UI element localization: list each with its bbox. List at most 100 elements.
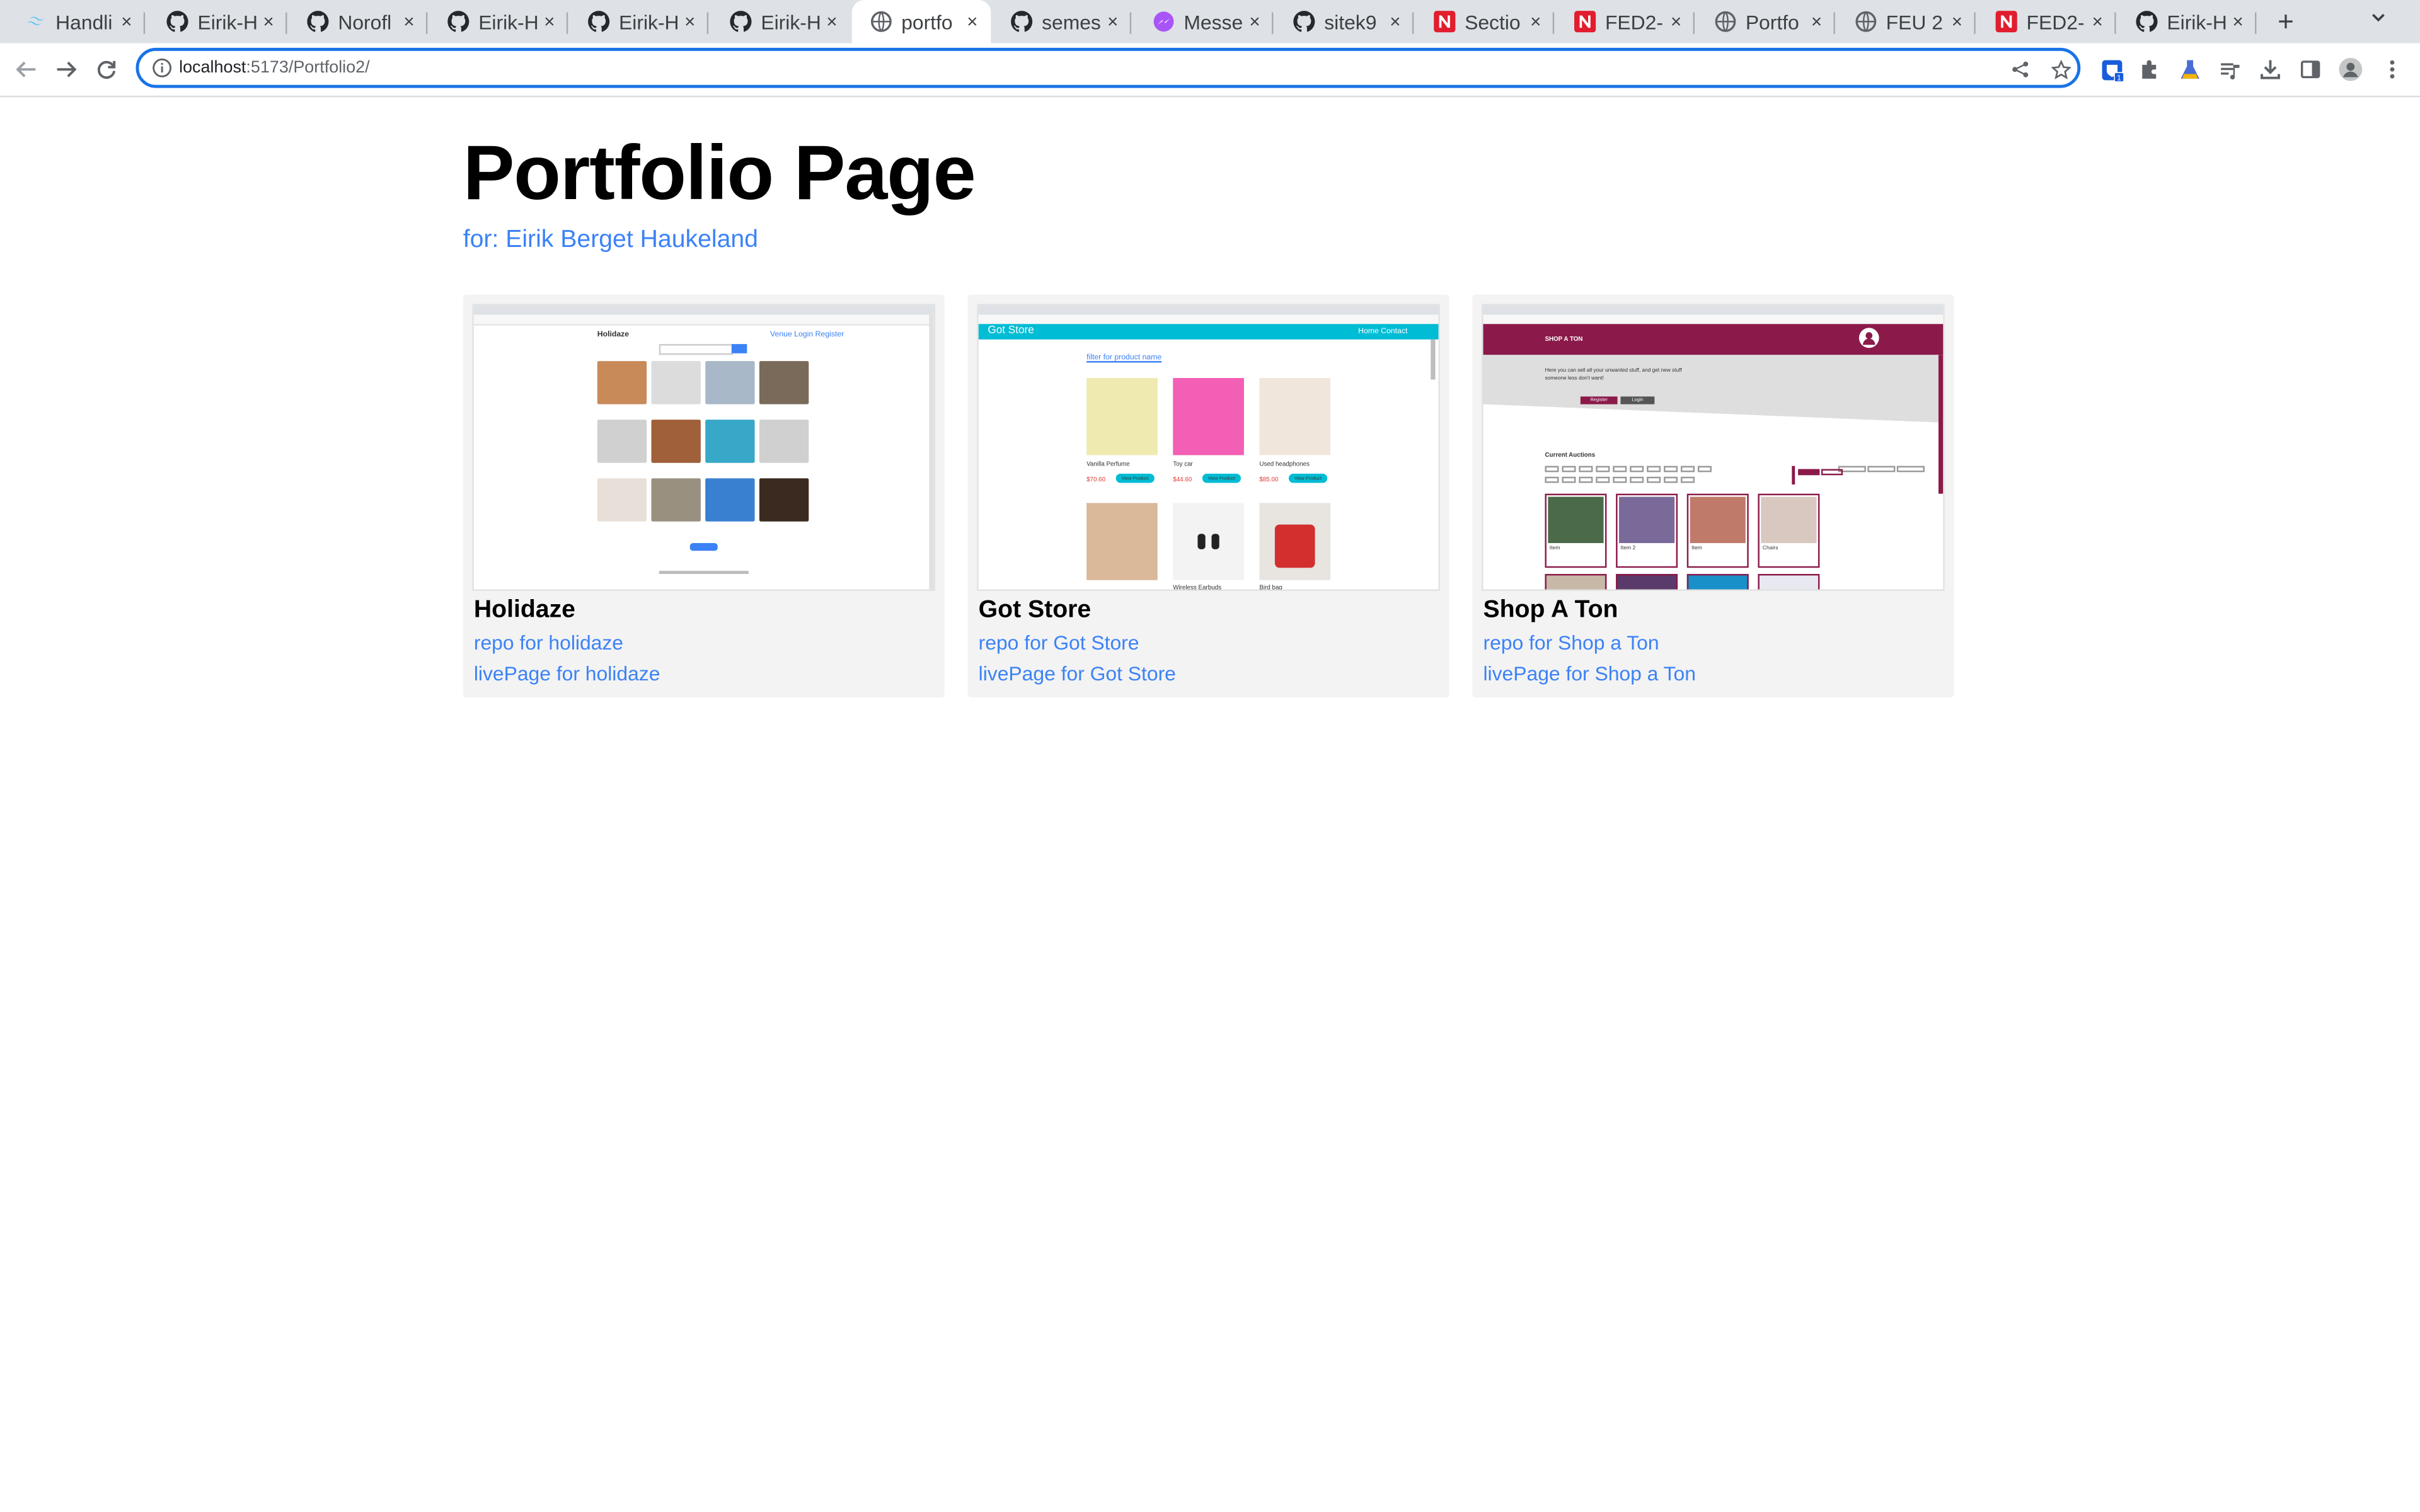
tab-title: Eirik-H: [761, 9, 820, 33]
tab-title: Eirik-H: [2167, 9, 2226, 33]
avatar-icon: [2339, 57, 2363, 81]
tab-divider: [1552, 12, 1555, 34]
browser-tab[interactable]: portfo ×: [851, 0, 991, 43]
close-tab-icon[interactable]: ×: [1383, 11, 1407, 32]
gotstore-brand: Got Store: [988, 325, 1034, 336]
browser-tab[interactable]: semes ×: [993, 0, 1132, 43]
venue-thumbnail: [759, 420, 809, 463]
register-button: Register: [1580, 396, 1618, 404]
tag-chip: [1647, 476, 1661, 483]
close-tab-icon[interactable]: ×: [819, 11, 844, 32]
close-tab-icon[interactable]: ×: [2085, 11, 2110, 32]
project-screenshot-got-store[interactable]: Got Store Home Contact filter for produc…: [977, 304, 1440, 591]
close-tab-icon[interactable]: ×: [396, 11, 421, 32]
browser-tab[interactable]: Sectio ×: [1415, 0, 1555, 43]
media-controls-button[interactable]: [2216, 55, 2244, 83]
tag-chip: [1630, 466, 1644, 472]
tab-title: FED2-: [1605, 9, 1663, 33]
address-bar[interactable]: localhost:5173/Portfolio2/: [135, 47, 2081, 88]
venue-thumbnail: [651, 361, 701, 404]
browser-tab[interactable]: Eirik-H ×: [2118, 0, 2257, 43]
close-tab-icon[interactable]: ×: [1100, 11, 1125, 32]
close-tab-icon[interactable]: ×: [1523, 11, 1548, 32]
product-perfume: [1086, 378, 1158, 455]
lab-extension-button[interactable]: [2176, 55, 2204, 83]
view-product-button: View Product: [1115, 473, 1155, 483]
url-host: localhost: [179, 59, 246, 77]
browser-tab[interactable]: Eirik-H ×: [148, 0, 287, 43]
close-tab-icon[interactable]: ×: [677, 11, 702, 32]
tab-search-button[interactable]: [2371, 9, 2386, 30]
browser-tab[interactable]: Handli ×: [6, 0, 146, 43]
close-tab-icon[interactable]: ×: [1664, 11, 1688, 32]
project-card-got-store: Got Store Home Contact filter for produc…: [967, 294, 1449, 697]
browser-tab[interactable]: Portfo ×: [1696, 0, 1835, 43]
close-tab-icon[interactable]: ×: [1804, 11, 1829, 32]
tag-chip: [1697, 466, 1712, 472]
side-panel-icon: [2300, 60, 2320, 79]
browser-tab[interactable]: Eirik-H ×: [712, 0, 850, 43]
close-tab-icon[interactable]: ×: [2225, 11, 2250, 32]
tab-title: Eirik-H: [478, 9, 538, 33]
tag-chip: [1545, 466, 1559, 472]
browser-tab[interactable]: FED2- ×: [1977, 0, 2116, 43]
browser-tab[interactable]: FED2- ×: [1556, 0, 1695, 43]
tab-divider: [1693, 12, 1695, 34]
globe-icon: [1715, 11, 1736, 32]
auction-item-card: Item 2: [1616, 493, 1678, 568]
browser-tab[interactable]: Norofl ×: [289, 0, 428, 43]
svg-text:1: 1: [2116, 72, 2121, 81]
gotstore-search: filter for product name: [1086, 353, 1162, 363]
downloads-button[interactable]: [2256, 55, 2284, 83]
holidaze-nav: Venue Login Register: [770, 330, 844, 340]
bookmark-star-icon[interactable]: [2049, 59, 2071, 80]
info-icon[interactable]: [151, 57, 173, 79]
tailwind-icon: [25, 11, 46, 32]
repo-link-holidaze[interactable]: repo for holidaze: [474, 631, 623, 655]
tab-divider: [1129, 12, 1132, 34]
project-screenshot-holidaze[interactable]: Holidaze Venue Login Register: [472, 304, 936, 591]
live-link-got-store[interactable]: livePage for Got Store: [979, 662, 1176, 685]
browser-tab[interactable]: sitek9 ×: [1275, 0, 1414, 43]
live-link-holidaze[interactable]: livePage for holidaze: [474, 662, 660, 685]
browser-tab[interactable]: Messe ×: [1134, 0, 1274, 43]
forward-button[interactable]: [52, 55, 80, 83]
close-tab-icon[interactable]: ×: [960, 11, 984, 32]
repo-link-shop-a-ton[interactable]: repo for Shop a Ton: [1483, 631, 1659, 655]
reload-button[interactable]: [93, 55, 120, 83]
tab-divider: [1271, 12, 1274, 34]
bitwarden-extension-button[interactable]: 1: [2097, 55, 2125, 83]
tag-chip: [1613, 476, 1627, 483]
product-price: $44.60: [1173, 475, 1192, 483]
project-screenshot-shop-a-ton[interactable]: SHOP A TON Here you can sell all your un…: [1482, 304, 1945, 591]
browser-menu-button[interactable]: [2378, 55, 2406, 83]
venue-thumbnail: [705, 361, 755, 404]
extensions-button[interactable]: [2136, 55, 2164, 83]
share-icon[interactable]: [2010, 59, 2031, 80]
side-panel-button[interactable]: [2296, 55, 2324, 83]
close-tab-icon[interactable]: ×: [114, 11, 139, 32]
globe-icon: [870, 11, 892, 32]
browser-tab[interactable]: FEU 2 ×: [1836, 0, 1976, 43]
repo-link-got-store[interactable]: repo for Got Store: [979, 631, 1139, 655]
live-link-shop-a-ton[interactable]: livePage for Shop a Ton: [1483, 662, 1696, 685]
close-tab-icon[interactable]: ×: [537, 11, 562, 32]
playlist-icon: [2221, 63, 2240, 80]
tab-title: FEU 2: [1886, 9, 1943, 33]
close-tab-icon[interactable]: ×: [1945, 11, 1969, 32]
profile-button[interactable]: [2337, 55, 2365, 83]
shield-icon: 1: [2101, 59, 2123, 81]
browser-tab[interactable]: Eirik-H ×: [570, 0, 709, 43]
new-tab-button[interactable]: +: [2272, 6, 2300, 37]
back-button[interactable]: [13, 55, 40, 83]
close-tab-icon[interactable]: ×: [1242, 11, 1267, 32]
login-button: Login: [1620, 396, 1655, 404]
tag-chip: [1579, 466, 1593, 472]
tab-title: Eirik-H: [619, 9, 678, 33]
address-text[interactable]: localhost:5173/Portfolio2/: [179, 59, 370, 77]
github-icon: [588, 11, 610, 32]
browser-tab[interactable]: Eirik-H ×: [429, 0, 568, 43]
close-tab-icon[interactable]: ×: [256, 11, 281, 32]
auction-item-name: Item 2: [1620, 544, 1636, 551]
venue-thumbnail: [597, 478, 647, 522]
